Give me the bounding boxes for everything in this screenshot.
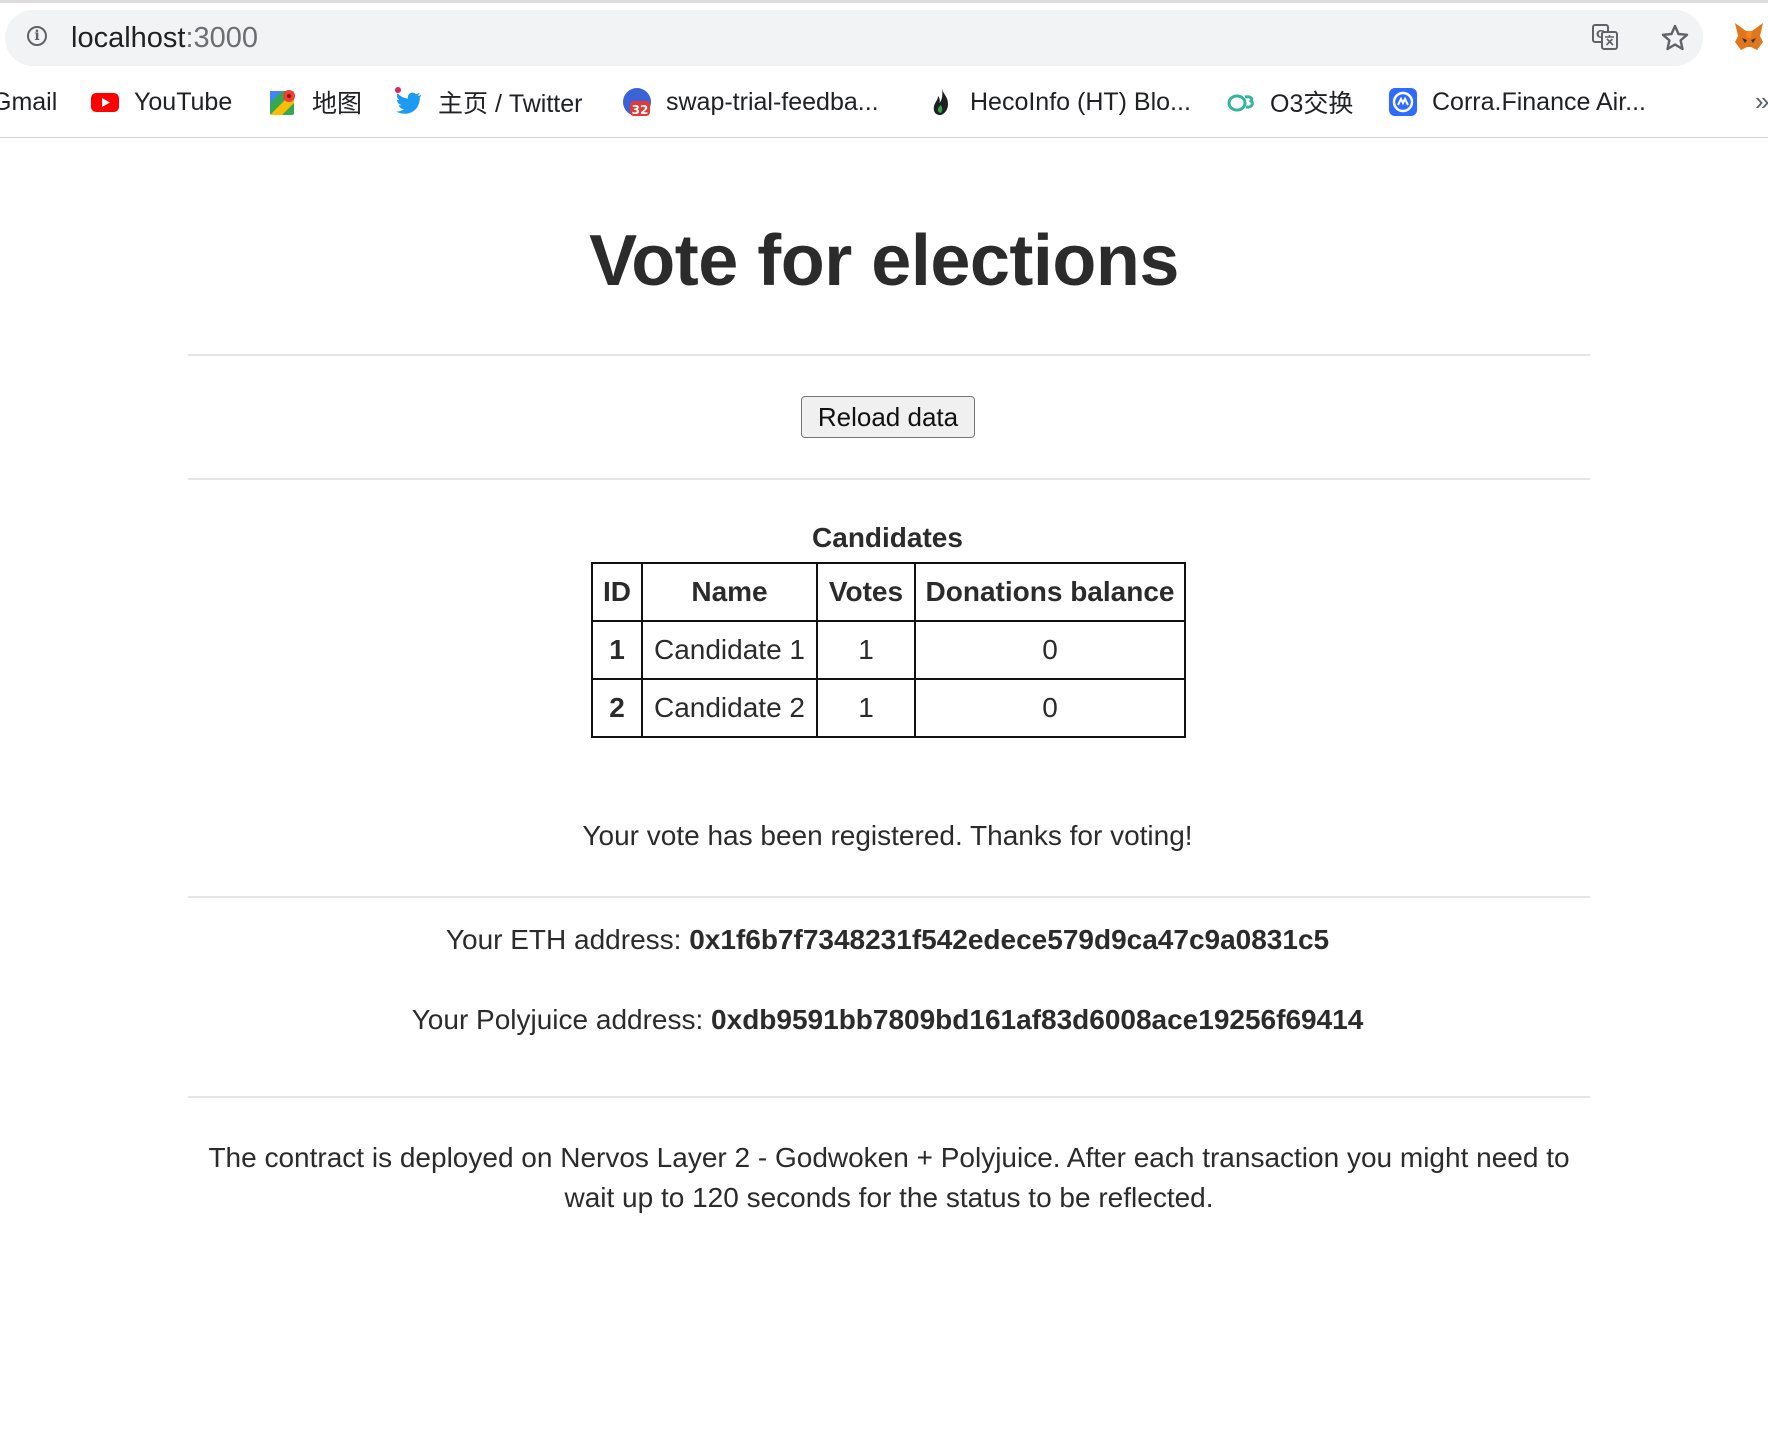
bookmark-label: Corra.Finance Air... (1432, 87, 1646, 116)
page-title: Vote for elections (589, 221, 1179, 301)
divider (188, 354, 1590, 356)
metamask-fox-icon[interactable] (1732, 20, 1766, 54)
reload-data-button[interactable]: Reload data (801, 396, 975, 438)
column-header-id: ID (591, 562, 643, 622)
bookmark-swap-trial[interactable]: 32 swap-trial-feedba... (622, 84, 879, 120)
calendar-badge: 32 (632, 103, 649, 117)
table-row: 2 Candidate 2 1 0 (591, 678, 1186, 738)
bookmark-label: swap-trial-feedba... (666, 87, 879, 116)
twitter-icon (395, 87, 421, 114)
bookmark-twitter[interactable]: 主页 / Twitter (394, 84, 582, 120)
page-content: Vote for elections Reload data Candidate… (0, 138, 1768, 1454)
candidates-table: ID Name Votes Donations balance 1 Candid… (591, 562, 1186, 738)
table-header-row: ID Name Votes Donations balance (591, 562, 1186, 622)
bookmark-label: 主页 / Twitter (438, 90, 583, 118)
cell-id: 1 (591, 620, 643, 680)
divider (188, 896, 1590, 898)
eth-address-label: Your ETH address: (445, 924, 690, 955)
bookmark-youtube[interactable]: YouTube (90, 84, 232, 120)
column-header-donations: Donations balance (914, 562, 1186, 622)
bookmark-hecoinfo[interactable]: HecoInfo (HT) Blo... (926, 84, 1191, 120)
bookmark-corra[interactable]: Corra.Finance Air... (1388, 84, 1646, 120)
bookmark-label: YouTube (134, 87, 233, 116)
cell-name: Candidate 1 (641, 620, 818, 680)
bookmark-o3[interactable]: O3交换 (1226, 84, 1353, 120)
column-header-votes: Votes (816, 562, 916, 622)
translate-icon[interactable]: G (1592, 24, 1618, 50)
cell-id: 2 (591, 678, 643, 738)
cell-name: Candidate 2 (641, 678, 818, 738)
column-header-name: Name (641, 562, 818, 622)
bookmark-gmail[interactable]: Gmail (0, 84, 57, 120)
table-row: 1 Candidate 1 1 0 (591, 620, 1186, 680)
polyjuice-address-line: Your Polyjuice address: 0xdb9591bb7809bd… (0, 1004, 1768, 1036)
bookmark-label: HecoInfo (HT) Blo... (970, 87, 1191, 116)
eth-address-line: Your ETH address: 0x1f6b7f7348231f542ede… (0, 924, 1768, 956)
corra-icon (1389, 88, 1417, 116)
cell-votes: 1 (816, 678, 916, 738)
bookmark-label: O3交换 (1270, 90, 1354, 118)
polyjuice-address-value: 0xdb9591bb7809bd161af83d6008ace19256f694… (711, 1004, 1364, 1035)
o3-icon (1227, 94, 1254, 112)
cell-votes: 1 (816, 620, 916, 680)
calendar-icon: 32 (623, 88, 651, 117)
cell-donations: 0 (914, 678, 1186, 738)
bookmarks-overflow-button[interactable]: » (1755, 86, 1768, 117)
eth-address-value: 0x1f6b7f7348231f542edece579d9ca47c9a0831… (689, 924, 1330, 955)
url-text[interactable]: localhost:3000 (71, 22, 258, 54)
youtube-icon (91, 93, 119, 112)
url-port: :3000 (185, 22, 259, 54)
bookmarks-bar: Gmail YouTube 地图 主页 / Twitter 32 swap-tr… (0, 78, 1768, 126)
divider (188, 1096, 1590, 1098)
tab-strip-edge (0, 0, 1768, 3)
info-icon[interactable]: i (27, 26, 47, 46)
bookmark-label: 地图 (312, 90, 363, 118)
table-caption: Candidates (812, 522, 963, 553)
polyjuice-address-label: Your Polyjuice address: (411, 1004, 712, 1035)
deployment-note: The contract is deployed on Nervos Layer… (208, 1142, 1570, 1213)
url-host: localhost (71, 22, 186, 54)
address-bar[interactable]: i localhost:3000 G (5, 10, 1703, 66)
cell-donations: 0 (914, 620, 1186, 680)
bookmark-label: Gmail (0, 87, 58, 116)
heco-flame-icon (933, 89, 948, 115)
browser-chrome: i localhost:3000 G Gmail YouTube 地图 主页 /… (0, 0, 1768, 138)
maps-icon (270, 90, 295, 115)
bookmark-star-icon[interactable] (1660, 23, 1690, 53)
vote-status-message: Your vote has been registered. Thanks fo… (582, 820, 1193, 851)
bookmark-maps[interactable]: 地图 (268, 84, 362, 120)
divider (188, 478, 1590, 480)
